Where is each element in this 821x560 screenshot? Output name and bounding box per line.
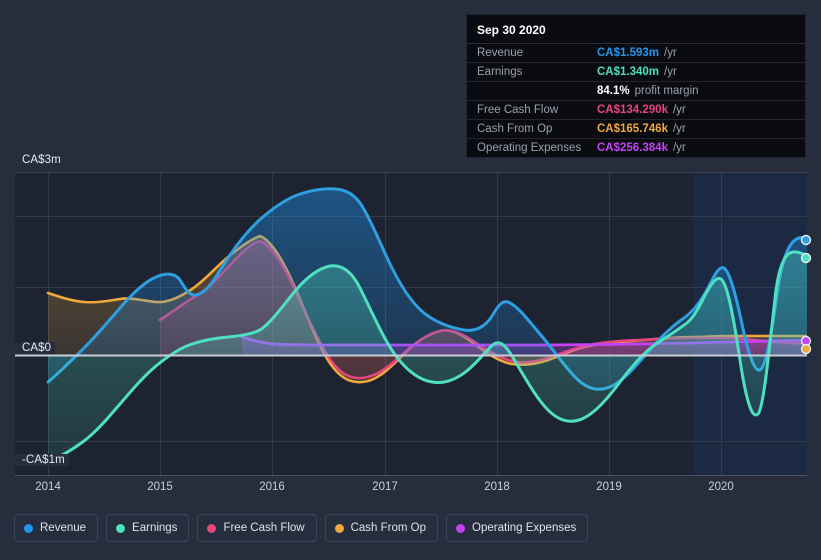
tooltip-row: Earnings CA$1.340m/yr [467, 63, 805, 82]
tooltip-rows: Revenue CA$1.593m/yr Earnings CA$1.340m/yr 8… [467, 44, 805, 157]
tooltip-row-subtext: profit margin [634, 85, 699, 97]
tooltip-row-unit: /yr [664, 66, 677, 78]
y-tick-label-0: CA$0 [14, 342, 56, 354]
x-tick-label-2019: 2019 [596, 481, 622, 493]
y-tick-label-neg1m: -CA$1m [14, 454, 69, 466]
tooltip-row-unit: /yr [672, 123, 686, 135]
x-tick-label-2018: 2018 [484, 481, 510, 493]
x-tick-label-2017: 2017 [372, 481, 398, 493]
tooltip-row-unit: /yr [672, 104, 686, 116]
legend-item-earnings[interactable]: Earnings [106, 514, 190, 542]
legend-item-label: Operating Expenses [472, 522, 577, 534]
endpoint-marker-cash-from-op [800, 343, 812, 355]
tooltip-row: 84.1% profit margin [467, 82, 805, 101]
x-tick-label-2014: 2014 [35, 481, 61, 493]
endpoint-marker-revenue [800, 234, 812, 246]
x-tick-label-2016: 2016 [259, 481, 285, 493]
endpoint-marker-earnings [800, 252, 812, 264]
chart-tooltip: Sep 30 2020 Revenue CA$1.593m/yr Earnings C… [466, 14, 806, 158]
legend-item-label: Earnings [132, 522, 178, 534]
tooltip-row-value: CA$1.340m [597, 66, 660, 78]
tooltip-row-label: Cash From Op [477, 123, 553, 135]
chart-legend: Revenue Earnings Free Cash Flow Cash From O… [14, 514, 589, 542]
legend-item-free-cash-flow[interactable]: Free Cash Flow [197, 514, 317, 542]
legend-item-label: Free Cash Flow [223, 522, 305, 534]
tooltip-row-value: 84.1% [597, 85, 630, 97]
tooltip-date: Sep 30 2020 [467, 15, 805, 44]
tooltip-row: Cash From Op CA$165.746k/yr [467, 120, 805, 139]
legend-color-dot-icon [116, 523, 126, 533]
legend-color-dot-icon [24, 523, 33, 533]
tooltip-row: Free Cash Flow CA$134.290k/yr [467, 101, 805, 120]
tooltip-row-unit: /yr [672, 142, 686, 154]
x-tick-label-2015: 2015 [147, 481, 173, 493]
tooltip-row-value: CA$1.593m [597, 47, 660, 59]
tooltip-row-label: Free Cash Flow [477, 104, 559, 116]
legend-color-dot-icon [334, 523, 344, 533]
y-tick-label-3m: CA$3m [14, 154, 65, 166]
legend-color-dot-icon [456, 523, 466, 533]
legend-item-revenue[interactable]: Revenue [14, 514, 99, 542]
tooltip-row: Operating Expenses CA$256.384k/yr [467, 139, 805, 157]
tooltip-row-label: Operating Expenses [477, 142, 582, 154]
chart-page: CA$3m CA$0 -CA$1m 2014 2015 2016 2017 20… [0, 0, 821, 560]
tooltip-row-value: CA$165.746k [597, 123, 668, 135]
legend-item-operating-expenses[interactable]: Operating Expenses [446, 514, 589, 542]
legend-item-label: Cash From Op [350, 522, 427, 534]
tooltip-row-unit: /yr [664, 47, 677, 59]
tooltip-row-value: CA$256.384k [597, 142, 668, 154]
tooltip-row-value: CA$134.290k [597, 104, 668, 116]
tooltip-row-label: Revenue [477, 47, 524, 59]
legend-color-dot-icon [207, 523, 217, 533]
legend-item-label: Revenue [40, 522, 87, 534]
tooltip-row: Revenue CA$1.593m/yr [467, 44, 805, 63]
tooltip-row-label: Earnings [477, 66, 523, 78]
legend-item-cash-from-op[interactable]: Cash From Op [324, 514, 439, 542]
x-tick-label-2020: 2020 [708, 481, 734, 493]
